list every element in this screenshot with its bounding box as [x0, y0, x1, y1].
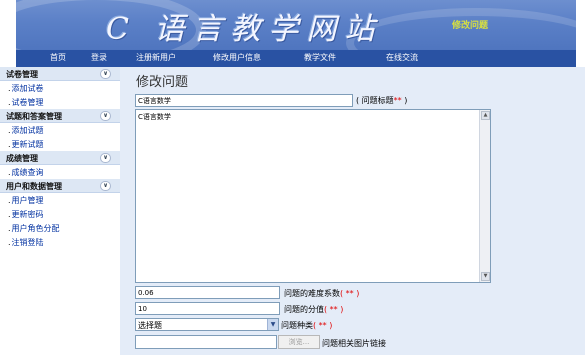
required-marker: ( ** )	[324, 305, 344, 314]
nav-item-online-chat[interactable]: 在线交流	[386, 52, 418, 63]
sidebar-item-label: 添加试题	[11, 126, 44, 135]
required-marker: ( ** )	[313, 321, 333, 330]
sidebar-header-label: 试卷管理	[6, 70, 38, 79]
sidebar-header-label: 成绩管理	[6, 154, 38, 163]
difficulty-input[interactable]	[135, 286, 280, 299]
site-subtitle: 修改问题	[452, 21, 489, 31]
score-label: 问题的分值( ** )	[284, 304, 343, 315]
sidebar-header[interactable]: 用户和数据管理 ∨	[0, 179, 120, 193]
bullet-icon: .	[8, 126, 11, 135]
sidebar-item-logout[interactable]: .注销登陆	[0, 235, 120, 249]
bullet-icon: .	[8, 168, 11, 177]
scrollbar[interactable]: ▲ ▼	[479, 110, 490, 282]
question-title-label: ( 问题标题** )	[356, 95, 407, 106]
chevron-down-icon[interactable]: ▼	[267, 319, 278, 330]
sidebar-item-label: 用户角色分配	[11, 224, 60, 233]
question-content-textarea[interactable]: C语言数学 ▲ ▼	[135, 109, 491, 283]
question-content-text: C语言数学	[138, 113, 171, 121]
nav-item-edit-user[interactable]: 修改用户信息	[213, 52, 261, 63]
top-nav: 首页 登录 注册新用户 修改用户信息 教学文件 在线交流	[16, 50, 576, 67]
bullet-icon: .	[8, 140, 11, 149]
bullet-icon: .	[8, 224, 11, 233]
sidebar: 试卷管理 ∨ .添加试卷 .试卷管理 试题和答案管理 ∨ .添加试题 .更新试题…	[0, 67, 120, 257]
sidebar-item-update-question[interactable]: .更新试题	[0, 137, 120, 151]
nav-item-teaching-files[interactable]: 教学文件	[304, 52, 336, 63]
question-type-value: 选择题	[138, 321, 162, 330]
main-panel: 修改问题 ( 问题标题** ) C语言数学 ▲ ▼ 问题的难度系数( ** ) …	[120, 67, 585, 355]
score-input[interactable]	[135, 302, 280, 315]
nav-item-register[interactable]: 注册新用户	[136, 52, 176, 63]
question-title-input[interactable]	[135, 94, 353, 107]
label-text: 问题种类	[281, 321, 313, 330]
image-link-label: 问题相关图片链接	[322, 339, 386, 348]
collapse-icon[interactable]: ∨	[100, 69, 111, 79]
sidebar-filler	[0, 257, 120, 355]
collapse-icon[interactable]: ∨	[100, 153, 111, 163]
page-title: 修改问题	[136, 75, 189, 90]
question-type-select[interactable]: 选择题 ▼	[135, 318, 279, 331]
sidebar-item-update-password[interactable]: .更新密码	[0, 207, 120, 221]
sidebar-header[interactable]: 试题和答案管理 ∨	[0, 109, 120, 123]
required-marker: ( ** )	[340, 289, 360, 298]
collapse-icon[interactable]: ∨	[100, 181, 111, 191]
bullet-icon: .	[8, 98, 11, 107]
scroll-down-icon[interactable]: ▼	[481, 272, 490, 281]
sidebar-header-label: 用户和数据管理	[6, 182, 62, 191]
sidebar-header[interactable]: 成绩管理 ∨	[0, 151, 120, 165]
sidebar-item-manage-exam[interactable]: .试卷管理	[0, 95, 120, 109]
sidebar-item-add-exam[interactable]: .添加试卷	[0, 81, 120, 95]
sidebar-item-label: 添加试卷	[11, 84, 44, 93]
sidebar-item-user-management[interactable]: .用户管理	[0, 193, 120, 207]
sidebar-item-role-assignment[interactable]: .用户角色分配	[0, 221, 120, 235]
label-text: 问题的难度系数	[284, 289, 340, 298]
browse-button[interactable]: 浏览...	[278, 335, 320, 349]
scroll-up-icon[interactable]: ▲	[481, 111, 490, 120]
collapse-icon[interactable]: ∨	[100, 111, 111, 121]
label-text: 问题的分值	[284, 305, 324, 314]
sidebar-item-add-question[interactable]: .添加试题	[0, 123, 120, 137]
sidebar-item-label: 更新密码	[11, 210, 44, 219]
question-type-label: 问题种类( ** )	[281, 320, 332, 331]
sidebar-item-label: 用户管理	[11, 196, 44, 205]
bullet-icon: .	[8, 210, 11, 219]
nav-item-home[interactable]: 首页	[50, 52, 66, 63]
sidebar-item-grade-query[interactable]: .成绩查询	[0, 165, 120, 179]
label-text: )	[401, 96, 408, 105]
header-banner: C 语言教学网站 修改问题	[16, 0, 576, 50]
sidebar-section-exams: 试卷管理 ∨ .添加试卷 .试卷管理	[0, 67, 120, 109]
bullet-icon: .	[8, 84, 11, 93]
bullet-icon: .	[8, 196, 11, 205]
sidebar-header[interactable]: 试卷管理 ∨	[0, 67, 120, 81]
required-marker: **	[393, 96, 402, 105]
label-text: ( 问题标题	[356, 96, 394, 105]
sidebar-section-grades: 成绩管理 ∨ .成绩查询	[0, 151, 120, 179]
sidebar-section-questions: 试题和答案管理 ∨ .添加试题 .更新试题	[0, 109, 120, 151]
sidebar-item-label: 成绩查询	[11, 168, 44, 177]
difficulty-label: 问题的难度系数( ** )	[284, 288, 359, 299]
sidebar-item-label: 试卷管理	[11, 98, 44, 107]
nav-item-login[interactable]: 登录	[91, 52, 107, 63]
bullet-icon: .	[8, 238, 11, 247]
site-title: C 语言教学网站	[106, 12, 383, 47]
image-file-input[interactable]	[135, 335, 277, 349]
sidebar-item-label: 更新试题	[11, 140, 44, 149]
sidebar-header-label: 试题和答案管理	[6, 112, 62, 121]
sidebar-item-label: 注销登陆	[11, 238, 44, 247]
sidebar-section-users: 用户和数据管理 ∨ .用户管理 .更新密码 .用户角色分配 .注销登陆	[0, 179, 120, 249]
